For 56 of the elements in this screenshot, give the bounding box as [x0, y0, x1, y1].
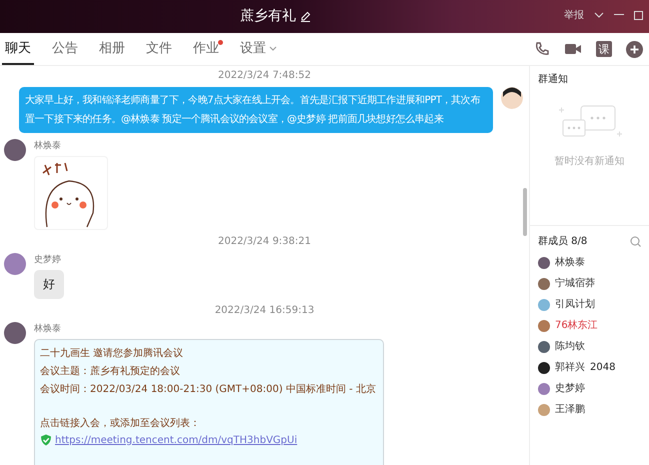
add-icon[interactable]	[626, 40, 643, 58]
avatar	[538, 256, 550, 268]
report-link[interactable]: 举报	[564, 8, 584, 22]
maximize-icon[interactable]	[634, 10, 643, 20]
empty-message: 暂时没有新通知	[554, 154, 624, 168]
lesson-button[interactable]: 课	[596, 41, 612, 57]
avatar	[538, 278, 550, 290]
avatar	[538, 404, 550, 416]
message-bubble: 大家早上好，我和锦泽老师商量了下，今晚7点大家在线上开会。首先是汇报下近期工作进展和PPT，其次布置一下接下来的任务。@林焕泰 预定一个腾讯会议的会议室，@史梦婷 把前面几块想好怎么串起来	[19, 87, 493, 133]
minimize-icon[interactable]	[614, 14, 624, 16]
tab[interactable]: 公告	[49, 33, 81, 65]
avatar	[538, 362, 550, 374]
sender-name: 林焕泰	[34, 322, 62, 335]
shield-check-icon	[40, 434, 52, 446]
phone-icon[interactable]	[534, 41, 550, 57]
scrollbar[interactable]	[523, 188, 527, 236]
member-name[interactable]: 76林东江	[555, 317, 598, 334]
section-title: 群成员 8/8	[538, 234, 588, 248]
avatar	[538, 320, 550, 332]
avatar	[4, 322, 26, 344]
member-tag: 2048	[590, 359, 616, 376]
timestamp: 2022/3/24 9:38:21	[218, 236, 311, 247]
meeting-link[interactable]: https://meeting.tencent.com/dm/vqTH3hbVGpUi	[55, 434, 298, 446]
avatar	[4, 139, 26, 161]
member-name[interactable]: 林焕泰	[555, 254, 585, 271]
tab[interactable]: 聊天	[2, 33, 34, 65]
pencil-icon[interactable]	[300, 10, 311, 22]
timestamp: 2022/3/24 7:48:52	[218, 70, 311, 81]
tab[interactable]: 相册	[96, 33, 128, 65]
member-name[interactable]: 宁城宿莽	[555, 275, 595, 292]
member-name[interactable]: 陈均钦	[555, 338, 585, 355]
member-name[interactable]: 史梦婷	[555, 380, 585, 397]
member-name[interactable]: 郭祥兴	[555, 359, 585, 376]
sender-name: 林焕泰	[34, 140, 62, 152]
sender-name: 史梦婷	[34, 254, 62, 266]
tab[interactable]: 设置	[237, 33, 280, 65]
message-bubble: 好	[34, 270, 64, 299]
avatar	[538, 340, 550, 352]
chevron-down-icon[interactable]	[594, 12, 604, 18]
avatar	[501, 87, 523, 109]
invite-text: 会议时间：2022/03/24 18:00-21:30 (GMT+08:00) 中国标准时间 - 北京	[40, 382, 377, 397]
timestamp: 2022/3/24 16:59:13	[214, 305, 314, 316]
member-name[interactable]: 王泽鹏	[555, 401, 585, 418]
member-name[interactable]: 引凤计划	[555, 296, 595, 313]
invite-text: 点击链接入会，或添加至会议列表：	[40, 416, 201, 431]
invite-text: 二十九画生 邀请您参加腾讯会议	[40, 346, 184, 361]
avatar	[538, 382, 550, 394]
section-title: 群通知	[538, 72, 568, 86]
avatar	[538, 298, 550, 310]
tab[interactable]: 作业	[190, 33, 222, 65]
window-title: 蔗乡有礼	[240, 7, 296, 25]
tab[interactable]: 文件	[143, 33, 175, 65]
invite-text: 会议主题：蔗乡有礼预定的会议	[40, 364, 181, 379]
avatar	[4, 253, 26, 275]
video-camera-icon[interactable]	[564, 42, 582, 56]
search-icon[interactable]	[630, 236, 641, 246]
